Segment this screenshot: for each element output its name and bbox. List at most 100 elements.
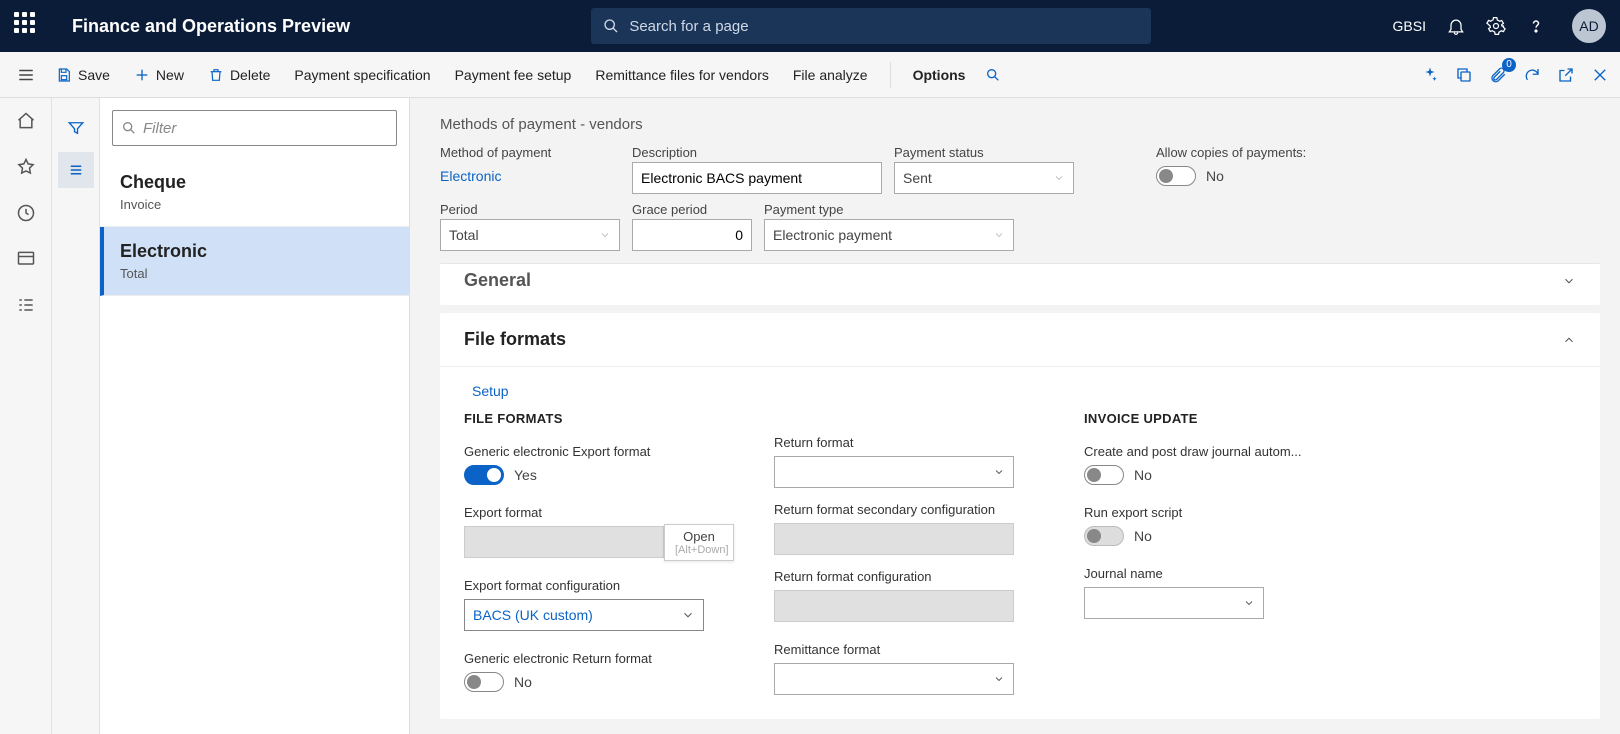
grace-period-input[interactable] [632,219,752,251]
divider [890,62,891,88]
return-secondary-config-box [774,523,1014,555]
copy-icon[interactable] [1454,65,1474,85]
app-launcher-icon[interactable] [14,12,42,40]
column-header: INVOICE UPDATE [1084,411,1314,426]
chevron-up-icon [1562,333,1576,347]
refresh-icon[interactable] [1522,65,1542,85]
label: Export format configuration [464,578,744,593]
section-file-formats: File formats Setup FILE FORMATS Generic … [440,313,1600,719]
label: Allow copies of payments: [1156,145,1376,160]
label: Run export script [1084,505,1314,520]
period-select[interactable]: Total [440,219,620,251]
label: Period [440,202,620,217]
chevron-down-icon [599,229,611,241]
star-icon[interactable] [15,156,37,178]
content-area: Methods of payment - vendors Method of p… [410,98,1620,734]
global-header: Finance and Operations Preview GBSI AD [0,0,1620,52]
new-button[interactable]: New [124,61,194,89]
search-icon [121,120,137,136]
label: Generic electronic Export format [464,444,744,459]
chevron-down-icon [1053,172,1065,184]
popout-icon[interactable] [1556,65,1576,85]
global-search[interactable] [591,8,1151,44]
sparkle-icon[interactable] [1420,65,1440,85]
home-icon[interactable] [15,110,37,132]
list-item-title: Cheque [120,172,389,193]
column-header: FILE FORMATS [464,411,744,426]
search-input[interactable] [629,18,1139,35]
label: Description [632,145,882,160]
label: Return format [774,435,1054,450]
list-item[interactable]: Electronic Total [100,227,409,296]
allow-copies-value: No [1206,168,1224,184]
toggle-value: Yes [514,467,537,483]
label: Create and post draw journal autom... [1084,444,1314,459]
bell-icon[interactable] [1446,16,1466,36]
method-of-payment-value[interactable]: Electronic [440,162,620,184]
list-item-title: Electronic [120,241,389,262]
search-icon [603,18,619,34]
toggle-value: No [1134,467,1152,483]
delete-label: Delete [230,67,270,83]
list-item[interactable]: Cheque Invoice [100,158,409,227]
label: Return format secondary configuration [774,502,1054,517]
page-title: Methods of payment - vendors [440,116,1600,133]
options-button[interactable]: Options [903,61,976,89]
find-button[interactable] [979,61,1007,89]
journal-name-select[interactable] [1084,587,1264,619]
chevron-down-icon [1243,597,1255,609]
modules-icon[interactable] [15,294,37,316]
remittance-files-button[interactable]: Remittance files for vendors [585,61,779,89]
label: Payment type [764,202,1014,217]
payment-status-select[interactable]: Sent [894,162,1074,194]
tooltip: Open [Alt+Down] [664,524,734,561]
export-format-config-select[interactable]: BACS (UK custom) [464,599,704,631]
navigation-rail [0,98,52,734]
record-list-panel: Cheque Invoice Electronic Total [100,98,410,734]
run-export-toggle [1084,526,1124,546]
description-input[interactable] [632,162,882,194]
return-format-select[interactable] [774,456,1014,488]
generic-export-toggle[interactable] [464,465,504,485]
allow-copies-toggle[interactable] [1156,166,1196,186]
return-config-box [774,590,1014,622]
list-filter[interactable] [112,110,397,146]
clock-icon[interactable] [15,202,37,224]
gear-icon[interactable] [1486,16,1506,36]
label: Method of payment [440,145,620,160]
chevron-down-icon [1562,274,1576,288]
avatar[interactable]: AD [1572,9,1606,43]
close-icon[interactable] [1590,65,1610,85]
list-view-icon[interactable] [58,152,94,188]
label: Export format [464,505,744,520]
attach-badge: 0 [1502,58,1516,72]
chevron-down-icon [993,673,1005,685]
company-code[interactable]: GBSI [1393,18,1426,34]
label: Payment status [894,145,1074,160]
workspace-icon[interactable] [15,248,37,270]
section-general: General [440,263,1600,305]
remittance-format-select[interactable] [774,663,1014,695]
payment-fee-setup-button[interactable]: Payment fee setup [445,61,582,89]
toggle-value: No [514,674,532,690]
label: Return format configuration [774,569,1054,584]
payment-type-select[interactable]: Electronic payment [764,219,1014,251]
filter-input[interactable] [143,120,388,137]
section-general-header[interactable]: General [440,264,1600,305]
toggle-value: No [1134,528,1152,544]
delete-button[interactable]: Delete [198,61,280,89]
save-button[interactable]: Save [46,61,120,89]
file-analyze-button[interactable]: File analyze [783,61,878,89]
new-label: New [156,67,184,83]
section-file-formats-header[interactable]: File formats [440,313,1600,366]
generic-return-toggle[interactable] [464,672,504,692]
payment-specification-button[interactable]: Payment specification [284,61,440,89]
attach-icon[interactable]: 0 [1488,65,1508,85]
chevron-down-icon [993,466,1005,478]
setup-link[interactable]: Setup [464,367,509,411]
hamburger-icon[interactable] [16,65,36,85]
list-item-sub: Total [120,266,389,281]
help-icon[interactable] [1526,16,1546,36]
create-post-toggle[interactable] [1084,465,1124,485]
filter-icon[interactable] [58,110,94,146]
